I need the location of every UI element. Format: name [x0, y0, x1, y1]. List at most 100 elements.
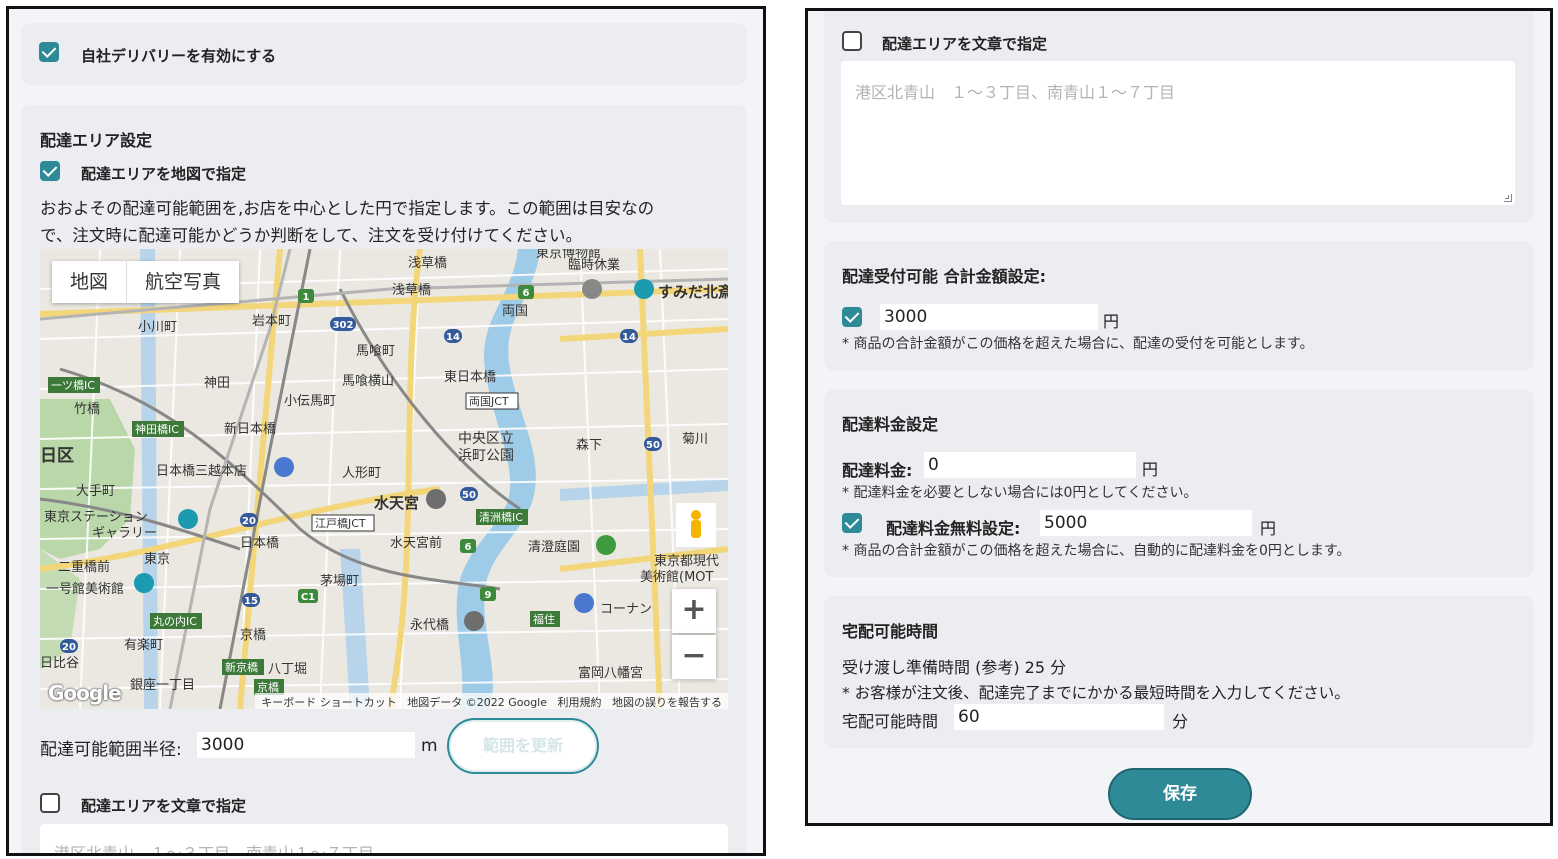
left-settings-panel: 自社デリバリーを有効にする 配達エリア設定 配達エリアを地図で指定 おおよその配… — [6, 6, 766, 856]
svg-text:両国: 両国 — [502, 304, 528, 319]
svg-text:二重橋前: 二重橋前 — [58, 559, 110, 575]
delivery-time-card: 宅配可能時間 受け渡し準備時間 (参考) 25 分 * お客様が注文後、配達完了… — [824, 596, 1534, 748]
map-area-checkbox[interactable] — [40, 161, 60, 181]
map-footer: キーボード ショートカット 地図データ ©2022 Google 利用規約 地図… — [255, 693, 728, 709]
svg-text:東京ステーション: 東京ステーション — [44, 509, 148, 525]
min-total-heading: 配達受付可能 合計金額設定: — [842, 267, 1046, 286]
min-total-checkbox[interactable] — [842, 307, 862, 327]
fee-input[interactable]: 0 — [924, 452, 1136, 478]
report-error-link[interactable]: 地図の誤りを報告する — [612, 696, 722, 709]
free-shipping-input[interactable]: 5000 — [1040, 510, 1252, 536]
svg-text:すみだ北斎: すみだ北斎 — [658, 283, 728, 301]
svg-text:水天宮前: 水天宮前 — [390, 535, 442, 551]
svg-text:小川町: 小川町 — [138, 320, 177, 335]
svg-text:神田橋IC: 神田橋IC — [135, 422, 179, 436]
text-area-input[interactable]: 港区北青山 １〜３丁目、南青山１〜７丁目 — [40, 824, 728, 853]
map-area-description: おおよその配達可能範囲を,お店を中心とした円で指定します。この範囲は目安なの — [40, 199, 655, 218]
svg-text:一ツ橋IC: 一ツ橋IC — [51, 378, 95, 392]
svg-text:丸の内IC: 丸の内IC — [153, 614, 197, 628]
text-area-input-right[interactable]: 港区北青山 １〜３丁目、南青山１〜７丁目 — [841, 61, 1515, 205]
svg-text:日比谷: 日比谷 — [40, 656, 79, 671]
svg-text:清澄庭園: 清澄庭園 — [528, 539, 580, 555]
delivery-time-unit: 分 — [1172, 712, 1189, 731]
svg-text:八丁堀: 八丁堀 — [268, 662, 307, 677]
svg-text:一号館美術館: 一号館美術館 — [46, 582, 124, 597]
free-shipping-unit: 円 — [1260, 519, 1277, 538]
svg-text:新日本橋: 新日本橋 — [224, 421, 276, 437]
map-canvas[interactable]: 浅草橋浅草橋 東京博物館臨時休業 すみだ北斎 両国岩本町 小川町馬喰町 神田 馬喰… — [40, 249, 728, 709]
svg-text:馬喰町: 馬喰町 — [356, 343, 395, 359]
svg-text:6: 6 — [465, 542, 472, 553]
map-type-control: 地図 航空写真 — [52, 261, 240, 303]
free-shipping-label: 配達料金無料設定: — [886, 519, 1021, 538]
svg-text:日区: 日区 — [40, 446, 74, 466]
svg-text:清洲橋IC: 清洲橋IC — [479, 510, 523, 524]
svg-text:浅草橋: 浅草橋 — [408, 256, 447, 271]
keyboard-shortcuts-link[interactable]: キーボード ショートカット — [261, 696, 397, 709]
terms-link[interactable]: 利用規約 — [558, 696, 602, 709]
min-total-input[interactable]: 3000 — [880, 304, 1098, 330]
svg-text:福住: 福住 — [533, 612, 555, 626]
svg-text:浜町公園: 浜町公園 — [458, 448, 514, 464]
svg-text:両国JCT: 両国JCT — [469, 395, 509, 408]
svg-text:浅草橋: 浅草橋 — [392, 283, 431, 298]
svg-text:14: 14 — [446, 332, 460, 343]
svg-text:日本橋三越本店: 日本橋三越本店 — [156, 464, 247, 479]
self-delivery-checkbox[interactable] — [39, 42, 59, 62]
radius-input[interactable]: 3000 — [197, 732, 415, 758]
svg-text:14: 14 — [622, 332, 636, 343]
text-area-checkbox[interactable] — [40, 793, 60, 813]
resize-handle-icon[interactable] — [1504, 194, 1512, 202]
delivery-time-heading: 宅配可能時間 — [842, 622, 939, 641]
svg-text:銀座一丁目: 銀座一丁目 — [130, 678, 195, 693]
fee-heading: 配達料金設定 — [842, 415, 939, 434]
fee-card: 配達料金設定 配達料金: 0 円 * 配達料金を必要としない場合には0円としてく… — [824, 389, 1534, 577]
svg-text:馬喰横山: 馬喰横山 — [342, 373, 394, 389]
svg-text:江戸橋JCT: 江戸橋JCT — [315, 516, 366, 530]
zoom-in-button[interactable]: + — [672, 589, 716, 633]
svg-text:1: 1 — [303, 292, 310, 303]
fee-label: 配達料金: — [842, 461, 913, 480]
min-total-card: 配達受付可能 合計金額設定: 3000 円 * 商品の合計金額がこの価格を超えた… — [824, 241, 1534, 371]
svg-text:人形町: 人形町 — [342, 466, 381, 481]
svg-text:富岡八幡宮: 富岡八幡宮 — [578, 665, 643, 681]
svg-text:菊川: 菊川 — [682, 432, 708, 447]
svg-text:302: 302 — [333, 320, 354, 331]
svg-text:東京: 東京 — [144, 551, 170, 567]
svg-text:東京都現代: 東京都現代 — [654, 553, 719, 569]
free-shipping-checkbox[interactable] — [842, 513, 862, 533]
svg-text:15: 15 — [244, 596, 258, 607]
svg-text:神田: 神田 — [204, 376, 230, 391]
right-settings-panel: 配達エリアを文章で指定 港区北青山 １〜３丁目、南青山１〜７丁目 配達受付可能 … — [805, 8, 1553, 826]
text-area-placeholder: 港区北青山 １〜３丁目、南青山１〜７丁目 — [855, 83, 1176, 102]
update-range-button[interactable]: 範囲を更新 — [447, 718, 599, 774]
map-type-map-button[interactable]: 地図 — [52, 261, 126, 303]
svg-text:新京橋: 新京橋 — [225, 660, 258, 674]
delivery-area-map[interactable]: 浅草橋 浅草橋 東京博物館 臨時休業 すみだ北斎 両国 岩本町 小川町 馬喰町 神田 馬喰… — [40, 249, 728, 709]
svg-text:茅場町: 茅場町 — [320, 574, 359, 589]
delivery-area-heading: 配達エリア設定 — [40, 131, 153, 150]
map-type-satellite-button[interactable]: 航空写真 — [126, 261, 239, 303]
svg-text:中央区立: 中央区立 — [458, 431, 514, 447]
svg-text:永代橋: 永代橋 — [410, 618, 449, 633]
fee-note: * 配達料金を必要としない場合には0円としてください。 — [842, 485, 1198, 501]
svg-text:竹橋: 竹橋 — [74, 402, 100, 417]
free-shipping-note: * 商品の合計金額がこの価格を超えた場合に、自動的に配達料金を0円とします。 — [842, 543, 1351, 559]
svg-text:京橋: 京橋 — [240, 628, 266, 643]
radius-label: 配達可能範囲半径: — [40, 740, 182, 760]
svg-text:森下: 森下 — [576, 438, 602, 453]
map-data-credit: 地図データ ©2022 Google — [407, 696, 547, 709]
self-delivery-card: 自社デリバリーを有効にする — [21, 23, 747, 85]
svg-text:日本橋: 日本橋 — [240, 536, 279, 551]
delivery-time-input[interactable]: 60 — [954, 704, 1164, 730]
delivery-time-note: * お客様が注文後、配達完了までにかかる最短時間を入力してください。 — [842, 684, 1350, 702]
save-button[interactable]: 保存 — [1108, 768, 1252, 820]
svg-text:東日本橋: 東日本橋 — [444, 369, 496, 385]
min-total-note: * 商品の合計金額がこの価格を超えた場合に、配達の受付を可能とします。 — [842, 336, 1314, 352]
text-area-label: 配達エリアを文章で指定 — [81, 797, 247, 815]
svg-text:臨時休業: 臨時休業 — [568, 257, 620, 273]
svg-text:C1: C1 — [301, 592, 315, 603]
text-area-checkbox-right[interactable] — [842, 31, 862, 51]
zoom-out-button[interactable]: − — [672, 635, 716, 679]
svg-text:6: 6 — [523, 288, 530, 299]
